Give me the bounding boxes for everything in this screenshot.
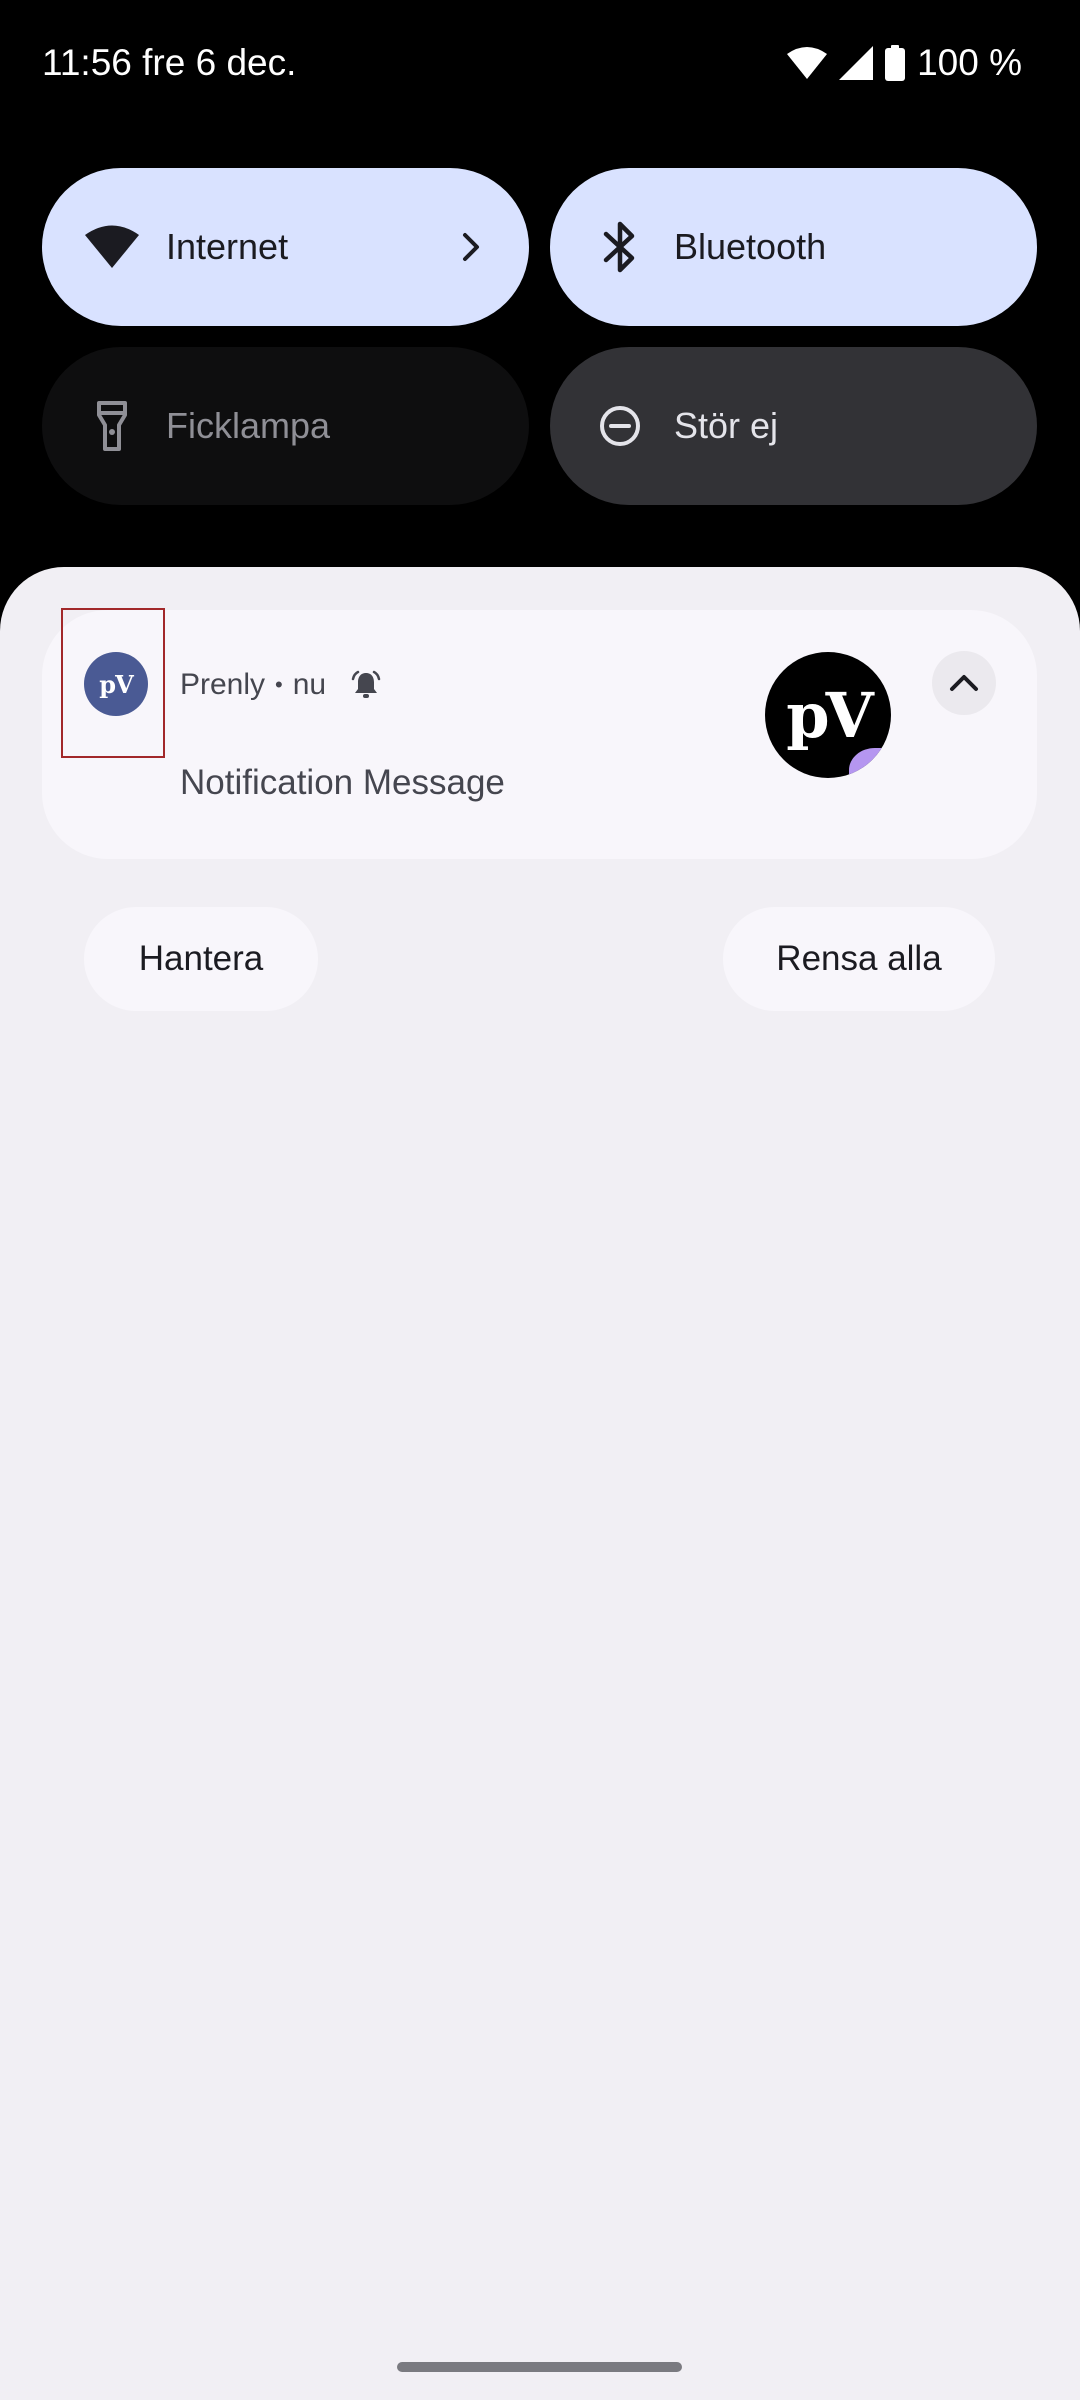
tile-bluetooth-label: Bluetooth [674, 226, 827, 267]
notification-time: nu [292, 668, 327, 701]
wifi-icon [787, 46, 828, 80]
tile-do-not-disturb[interactable]: Stör ej [550, 347, 1037, 505]
chevron-right-icon [463, 233, 479, 261]
status-icons: 100 % [787, 38, 1022, 88]
notification-large-icon: pV [765, 652, 891, 778]
do-not-disturb-icon [590, 396, 650, 456]
collapse-button[interactable] [932, 651, 996, 715]
app-icon-highlight [61, 608, 165, 758]
wifi-icon [82, 217, 142, 277]
tile-internet-label: Internet [166, 226, 289, 267]
notification-header: Prenly • nu [180, 663, 382, 707]
battery-percent: 100 % [917, 42, 1022, 83]
gesture-nav-handle[interactable] [397, 2362, 682, 2372]
clear-all-button[interactable]: Rensa alla [723, 907, 995, 1011]
tile-flashlight-label: Ficklampa [166, 405, 331, 446]
notification-shade-screen: 11:56 fre 6 dec. 100 % Internet Bluetoot… [0, 0, 1080, 2400]
tile-dnd-label: Stör ej [674, 405, 779, 446]
cell-signal-icon [839, 46, 874, 80]
bluetooth-icon [590, 217, 650, 277]
battery-icon [885, 45, 906, 81]
tile-internet[interactable]: Internet [42, 168, 529, 326]
chevron-up-icon [950, 675, 978, 691]
header-separator: • [275, 672, 283, 697]
flashlight-icon [82, 396, 142, 456]
alert-bell-icon [350, 669, 382, 701]
tile-bluetooth[interactable]: Bluetooth [550, 168, 1037, 326]
notification-app-name: Prenly [180, 668, 266, 701]
status-bar: 11:56 fre 6 dec. 100 % [0, 0, 1080, 130]
notification-message: Notification Message [180, 763, 505, 802]
tile-flashlight[interactable]: Ficklampa [42, 347, 529, 505]
status-clock: 11:56 fre 6 dec. [42, 42, 297, 83]
manage-button[interactable]: Hantera [84, 907, 318, 1011]
